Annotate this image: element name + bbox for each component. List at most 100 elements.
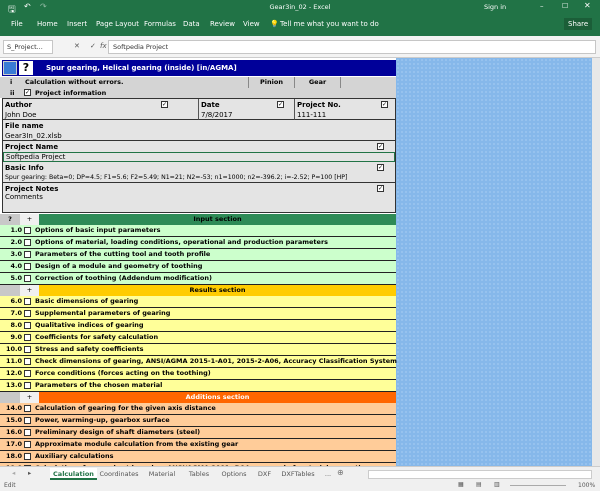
redo-icon[interactable]: ↷ <box>40 2 47 11</box>
item-checkbox[interactable] <box>24 453 31 460</box>
item-checkbox[interactable] <box>24 334 31 341</box>
section-item[interactable]: 15.0 Power, warming-up, gearbox surface <box>0 415 396 427</box>
sheet-tab-coordinates[interactable]: Coordinates <box>97 468 141 480</box>
expand-button[interactable]: + <box>20 285 39 296</box>
zoom-slider[interactable] <box>510 485 566 486</box>
item-checkbox[interactable] <box>24 322 31 329</box>
project-name-value[interactable]: Softpedia Project <box>3 152 395 162</box>
item-checkbox[interactable] <box>24 405 31 412</box>
section-item[interactable]: 5.0 Correction of toothing (Addendum mod… <box>0 273 396 285</box>
tab-review[interactable]: Review <box>210 20 235 28</box>
maximize-icon[interactable]: ☐ <box>562 2 568 10</box>
horizontal-scrollbar[interactable] <box>368 470 592 479</box>
page-break-view-icon[interactable]: ▥ <box>494 481 500 488</box>
item-checkbox[interactable] <box>24 251 31 258</box>
vertical-scrollbar[interactable] <box>592 58 600 466</box>
tab-insert[interactable]: Insert <box>67 20 87 28</box>
tab-page-layout[interactable]: Page Layout <box>96 20 139 28</box>
section-item[interactable]: 1.0 Options of basic input parameters <box>0 225 396 237</box>
page-layout-view-icon[interactable]: ▤ <box>476 481 482 488</box>
add-sheet-icon[interactable]: ⊕ <box>337 468 344 477</box>
item-checkbox[interactable] <box>24 263 31 270</box>
name-box[interactable]: S_Project... <box>3 40 53 54</box>
section-item[interactable]: 6.0 Basic dimensions of gearing <box>0 296 396 308</box>
author-checkbox[interactable]: ✓ <box>161 101 168 108</box>
sheet-tab-dxftables[interactable]: DXFTables <box>279 468 317 480</box>
section-item[interactable]: 11.0 Check dimensions of gearing, ANSI/A… <box>0 356 397 368</box>
worksheet[interactable]: ? Spur gearing, Helical gearing (inside)… <box>0 58 592 466</box>
expand-button[interactable]: + <box>20 392 39 403</box>
author-value[interactable]: John Doe <box>5 111 36 119</box>
sheet-tab-dxf[interactable]: DXF <box>252 468 277 480</box>
cancel-icon[interactable]: ✕ <box>74 42 80 50</box>
basic-info-value[interactable]: Spur gearing: Beta=0; DP=4.5; F1=5.6; F2… <box>5 174 347 181</box>
sheet-tab-tables[interactable]: Tables <box>183 468 215 480</box>
section-item[interactable]: 14.0 Calculation of gearing for the give… <box>0 403 396 415</box>
undo-icon[interactable]: ↶ <box>24 2 31 11</box>
help-icon[interactable]: ? <box>19 61 33 75</box>
formula-input[interactable]: Softpedia Project <box>108 40 596 54</box>
section-item[interactable]: 13.0 Parameters of the chosen material <box>0 380 396 392</box>
item-number: 5.0 <box>10 274 22 282</box>
tab-view[interactable]: View <box>243 20 260 28</box>
tab-home[interactable]: Home <box>37 20 58 28</box>
minimize-icon[interactable]: – <box>540 2 544 10</box>
file-name-value[interactable]: Gear3In_02.xlsb <box>5 132 62 140</box>
item-checkbox[interactable] <box>24 346 31 353</box>
section-item[interactable]: 2.0 Options of material, loading conditi… <box>0 237 396 249</box>
section-item[interactable]: 7.0 Supplemental parameters of gearing <box>0 308 396 320</box>
item-checkbox[interactable] <box>24 441 31 448</box>
item-checkbox[interactable] <box>24 227 31 234</box>
prev-sheet-icon[interactable]: ◂ <box>12 469 15 477</box>
normal-view-icon[interactable]: ▦ <box>458 481 464 488</box>
item-number: 1.0 <box>10 226 22 234</box>
section-item[interactable]: 16.0 Preliminary design of shaft diamete… <box>0 427 396 439</box>
tab-file[interactable]: File <box>11 20 23 28</box>
function-icon[interactable]: fx <box>100 42 107 50</box>
sign-in-link[interactable]: Sign in <box>484 3 506 11</box>
item-checkbox[interactable] <box>24 310 31 317</box>
app-icon[interactable] <box>3 61 17 75</box>
section-item[interactable]: 8.0 Qualitative indices of gearing <box>0 320 396 332</box>
project-notes-value[interactable]: Comments <box>5 193 43 201</box>
item-checkbox[interactable] <box>24 298 31 305</box>
share-button[interactable]: Share <box>564 18 593 30</box>
tab-formulas[interactable]: Formulas <box>144 20 176 28</box>
item-checkbox[interactable] <box>24 239 31 246</box>
close-icon[interactable]: ✕ <box>584 1 591 10</box>
item-checkbox[interactable] <box>24 358 31 365</box>
item-checkbox[interactable] <box>24 382 31 389</box>
expand-button[interactable]: + <box>20 214 39 225</box>
sheet-tab-options[interactable]: Options <box>217 468 251 480</box>
project-info-checkbox[interactable]: ✓ <box>24 89 31 96</box>
basic-info-checkbox[interactable]: ✓ <box>377 164 384 171</box>
date-checkbox[interactable]: ✓ <box>277 101 284 108</box>
project-name-checkbox[interactable]: ✓ <box>377 143 384 150</box>
project-no-value[interactable]: 111-111 <box>297 111 326 119</box>
section-item[interactable]: 9.0 Coefficients for safety calculation <box>0 332 396 344</box>
section-item[interactable]: 4.0 Design of a module and geometry of t… <box>0 261 396 273</box>
zoom-level[interactable]: 100% <box>578 482 595 489</box>
section-item[interactable]: 3.0 Parameters of the cutting tool and t… <box>0 249 396 261</box>
sheet-tab-material[interactable]: Material <box>143 468 181 480</box>
enter-icon[interactable]: ✓ <box>90 42 96 50</box>
project-notes-checkbox[interactable]: ✓ <box>377 185 384 192</box>
sheet-tab-calculation[interactable]: Calculation <box>50 468 97 480</box>
section-item[interactable]: 17.0 Approximate module calculation from… <box>0 439 396 451</box>
section-item[interactable]: 10.0 Stress and safety coefficients <box>0 344 396 356</box>
tab-data[interactable]: Data <box>183 20 200 28</box>
next-sheet-icon[interactable]: ▸ <box>28 469 31 477</box>
item-checkbox[interactable] <box>24 417 31 424</box>
item-checkbox[interactable] <box>24 429 31 436</box>
item-checkbox[interactable] <box>24 275 31 282</box>
more-sheets[interactable]: ... <box>322 468 334 480</box>
item-checkbox[interactable] <box>24 370 31 377</box>
section-item[interactable]: 18.0 Auxiliary calculations <box>0 451 396 463</box>
item-label: Parameters of the cutting tool and tooth… <box>35 250 211 258</box>
date-value[interactable]: 7/8/2017 <box>201 111 232 119</box>
item-number: 18.0 <box>5 452 22 460</box>
section-item[interactable]: 12.0 Force conditions (forces acting on … <box>0 368 396 380</box>
tell-me-search[interactable]: Tell me what you want to do <box>280 20 379 28</box>
calculation-sheet: ? Spur gearing, Helical gearing (inside)… <box>0 58 397 466</box>
project-no-checkbox[interactable]: ✓ <box>381 101 388 108</box>
